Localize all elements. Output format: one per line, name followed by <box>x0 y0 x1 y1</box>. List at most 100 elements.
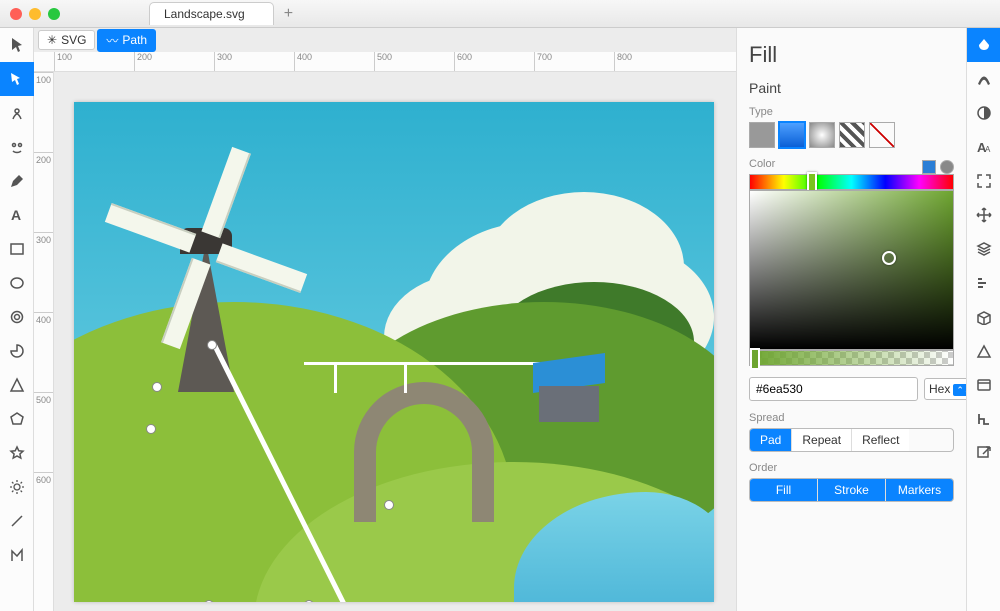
remove-point-tool[interactable] <box>0 130 34 164</box>
transform-panel-button[interactable] <box>967 402 1000 436</box>
crumb-path[interactable]: 〰 Path <box>97 29 156 52</box>
ruler-tick: 400 <box>294 52 374 71</box>
svg-text:A: A <box>985 145 991 154</box>
stroke-panel-button[interactable] <box>967 62 1000 96</box>
ring-tool[interactable] <box>0 300 34 334</box>
alpha-slider[interactable] <box>749 350 954 366</box>
ruler-tick: 300 <box>214 52 294 71</box>
fill-panel-button[interactable] <box>967 28 1000 62</box>
titlebar: Landscape.svg + <box>0 0 1000 28</box>
path-node[interactable] <box>152 382 162 392</box>
pie-tool[interactable] <box>0 334 34 368</box>
new-tab-button[interactable]: + <box>284 5 293 23</box>
spread-repeat[interactable]: Repeat <box>792 429 852 451</box>
order-markers[interactable]: Markers <box>886 479 953 501</box>
contrast-panel-button[interactable] <box>967 96 1000 130</box>
fill-type-pattern[interactable] <box>839 122 865 148</box>
select-tool[interactable] <box>0 28 34 62</box>
art-house <box>539 362 609 422</box>
fill-type-row <box>749 122 954 148</box>
spread-label: Spread <box>749 412 954 424</box>
path-icon: 〰 <box>106 32 118 49</box>
color-mode-select[interactable]: Hex⌃⌄ <box>924 378 966 400</box>
add-point-tool[interactable] <box>0 96 34 130</box>
spread-reflect[interactable]: Reflect <box>852 429 909 451</box>
line-tool[interactable] <box>0 504 34 538</box>
ruler-tick: 700 <box>534 52 614 71</box>
fill-type-solid[interactable] <box>749 122 775 148</box>
spread-segment: Pad Repeat Reflect <box>749 428 954 452</box>
code-panel-button[interactable] <box>967 368 1000 402</box>
panel-title: Fill <box>749 42 954 68</box>
geometry-panel-button[interactable] <box>967 334 1000 368</box>
main: A ✳ SVG 〰 Path 100 200 300 400 500 <box>0 28 1000 611</box>
ruler-tick: 400 <box>34 312 53 392</box>
rectangle-tool[interactable] <box>0 232 34 266</box>
ruler-tick: 800 <box>614 52 694 71</box>
path-node[interactable] <box>207 340 217 350</box>
hex-row: Hex⌃⌄ <box>749 376 954 402</box>
hex-input[interactable] <box>749 377 918 401</box>
crumb-path-label: Path <box>122 33 147 47</box>
ruler-tick: 200 <box>134 52 214 71</box>
canvas-area: ✳ SVG 〰 Path 100 200 300 400 500 600 700… <box>34 28 736 611</box>
path-tool[interactable] <box>0 538 34 572</box>
move-panel-button[interactable] <box>967 198 1000 232</box>
star-tool[interactable] <box>0 436 34 470</box>
ruler-tick: 600 <box>34 472 53 552</box>
document-tab[interactable]: Landscape.svg <box>149 2 274 25</box>
fill-type-none[interactable] <box>869 122 895 148</box>
close-window[interactable] <box>10 8 22 20</box>
inspector-panel: Fill Paint Type Color <box>736 28 966 611</box>
ruler-tick: 500 <box>34 392 53 472</box>
order-stroke[interactable]: Stroke <box>818 479 886 501</box>
ruler-tick: 200 <box>34 152 53 232</box>
chevron-updown-icon: ⌃⌄ <box>953 384 966 396</box>
canvas-viewport[interactable] <box>34 72 736 611</box>
triangle-tool[interactable] <box>0 368 34 402</box>
maximize-window[interactable] <box>48 8 60 20</box>
window-controls <box>10 8 60 20</box>
gear-tool[interactable] <box>0 470 34 504</box>
ruler-vertical: 100 200 300 400 500 600 <box>34 72 54 611</box>
typography-panel-button[interactable]: AA <box>967 130 1000 164</box>
ruler-horizontal: 100 200 300 400 500 600 700 800 <box>34 52 736 72</box>
crumb-svg[interactable]: ✳ SVG <box>38 30 95 50</box>
minimize-window[interactable] <box>29 8 41 20</box>
order-fill[interactable]: Fill <box>750 479 818 501</box>
path-node[interactable] <box>146 424 156 434</box>
path-node[interactable] <box>384 500 394 510</box>
color-stop-1[interactable] <box>922 160 936 174</box>
saturation-value-picker[interactable] <box>749 190 954 350</box>
ruler-tick: 300 <box>34 232 53 312</box>
fullscreen-button[interactable] <box>967 164 1000 198</box>
hue-slider[interactable] <box>749 174 954 190</box>
svg-icon: ✳ <box>47 33 57 47</box>
export-button[interactable] <box>967 436 1000 470</box>
pen-tool[interactable] <box>0 164 34 198</box>
text-tool[interactable]: A <box>0 198 34 232</box>
ruler-tick: 500 <box>374 52 454 71</box>
library-panel-button[interactable] <box>967 300 1000 334</box>
color-mode-label: Hex <box>929 382 950 396</box>
polygon-tool[interactable] <box>0 402 34 436</box>
art-bridge <box>354 382 494 522</box>
canvas[interactable] <box>74 102 714 602</box>
crumb-svg-label: SVG <box>61 33 86 47</box>
sv-thumb[interactable] <box>882 251 896 265</box>
order-segment: Fill Stroke Markers <box>749 478 954 502</box>
fill-type-radial[interactable] <box>809 122 835 148</box>
alpha-thumb[interactable] <box>750 348 760 370</box>
breadcrumb: ✳ SVG 〰 Path <box>34 28 736 52</box>
color-stop-2[interactable] <box>940 160 954 174</box>
fill-type-linear[interactable] <box>779 122 805 148</box>
type-label: Type <box>749 106 954 118</box>
spread-pad[interactable]: Pad <box>750 429 792 451</box>
layers-panel-button[interactable] <box>967 232 1000 266</box>
ellipse-tool[interactable] <box>0 266 34 300</box>
svg-text:A: A <box>11 207 21 223</box>
color-label: Color <box>749 158 775 170</box>
align-panel-button[interactable] <box>967 266 1000 300</box>
art-railing <box>304 362 554 386</box>
node-tool[interactable] <box>0 62 34 96</box>
